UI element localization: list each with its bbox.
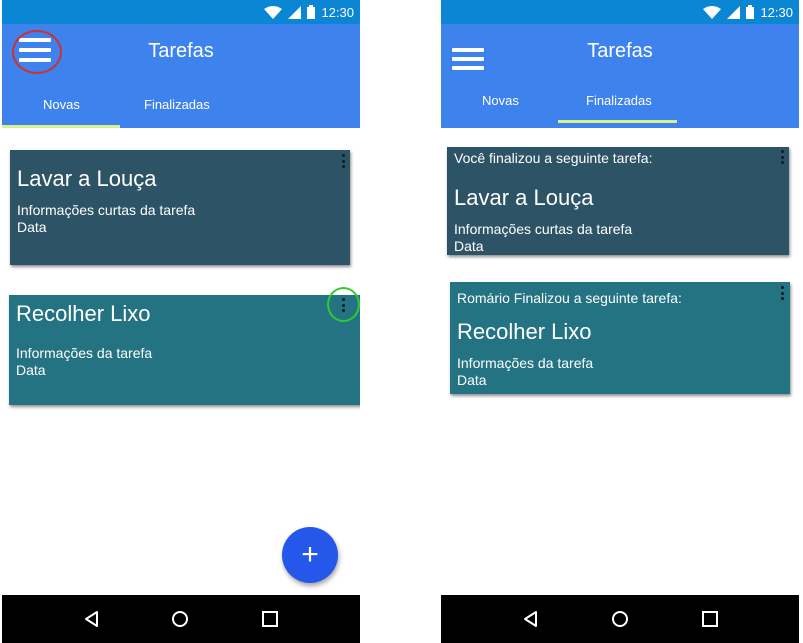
status-bar: 12:30	[441, 0, 799, 24]
tab-finalizadas[interactable]: Finalizadas	[144, 97, 210, 112]
finished-task-card[interactable]: Você finalizou a seguinte tarefa: Lavar …	[447, 147, 789, 255]
signal-icon	[727, 5, 741, 19]
status-time: 12:30	[760, 4, 793, 20]
status-time: 12:30	[321, 4, 354, 20]
task-info: Informações da tarefa	[457, 355, 594, 371]
tab-finalizadas[interactable]: Finalizadas	[586, 93, 652, 108]
more-vert-icon[interactable]	[338, 296, 348, 314]
app-bar: Tarefas Novas Finalizadas	[2, 24, 360, 128]
signal-icon	[288, 5, 302, 19]
status-bar: 12:30	[2, 0, 360, 24]
task-info: Informações curtas da tarefa	[454, 221, 633, 237]
tab-novas[interactable]: Novas	[43, 97, 80, 112]
task-title: Recolher Lixo	[457, 319, 592, 344]
page-title: Tarefas	[587, 40, 653, 62]
page-title: Tarefas	[148, 40, 214, 62]
tab-indicator	[558, 120, 677, 123]
task-title: Recolher Lixo	[16, 301, 151, 326]
home-icon[interactable]	[170, 609, 190, 629]
add-task-button[interactable]: +	[282, 527, 338, 583]
more-vert-icon[interactable]	[338, 152, 348, 170]
battery-icon	[746, 5, 755, 19]
home-icon[interactable]	[610, 609, 630, 629]
finished-by-heading: Você finalizou a seguinte tarefa:	[454, 150, 653, 166]
task-date: Data	[17, 219, 47, 235]
right-phone-screen: 12:30 Tarefas Novas Finalizadas Você fin…	[441, 0, 799, 643]
navigation-bar	[441, 595, 799, 643]
recents-icon[interactable]	[260, 609, 280, 629]
add-icon: +	[301, 538, 319, 571]
finished-by-heading: Romário Finalizou a seguinte tarefa:	[457, 290, 682, 306]
status-icons: 12:30	[264, 4, 354, 20]
task-date: Data	[16, 362, 46, 378]
recents-icon[interactable]	[700, 609, 720, 629]
back-icon[interactable]	[82, 609, 102, 629]
task-card[interactable]: Lavar a Louça Informações curtas da tare…	[10, 150, 350, 265]
task-card[interactable]: Recolher Lixo Informações da tarefa Data	[9, 295, 360, 405]
left-phone-screen: 12:30 Tarefas Novas Finalizadas Lavar a …	[2, 0, 360, 643]
task-title: Lavar a Louça	[454, 185, 594, 210]
task-date: Data	[457, 372, 487, 388]
task-info: Informações curtas da tarefa	[17, 202, 196, 218]
navigation-bar	[2, 595, 360, 643]
tab-indicator	[2, 125, 120, 128]
battery-icon	[307, 5, 316, 19]
wifi-icon	[703, 5, 722, 19]
back-icon[interactable]	[521, 609, 541, 629]
wifi-icon	[264, 5, 283, 19]
more-vert-icon[interactable]	[777, 284, 787, 302]
app-bar: Tarefas Novas Finalizadas	[441, 24, 799, 128]
status-icons: 12:30	[703, 4, 793, 20]
task-info: Informações da tarefa	[16, 345, 153, 361]
more-vert-icon[interactable]	[777, 148, 787, 166]
finished-task-card[interactable]: Romário Finalizou a seguinte tarefa: Rec…	[450, 282, 790, 394]
tab-novas[interactable]: Novas	[482, 93, 519, 108]
task-title: Lavar a Louça	[17, 166, 157, 191]
task-date: Data	[454, 238, 484, 254]
